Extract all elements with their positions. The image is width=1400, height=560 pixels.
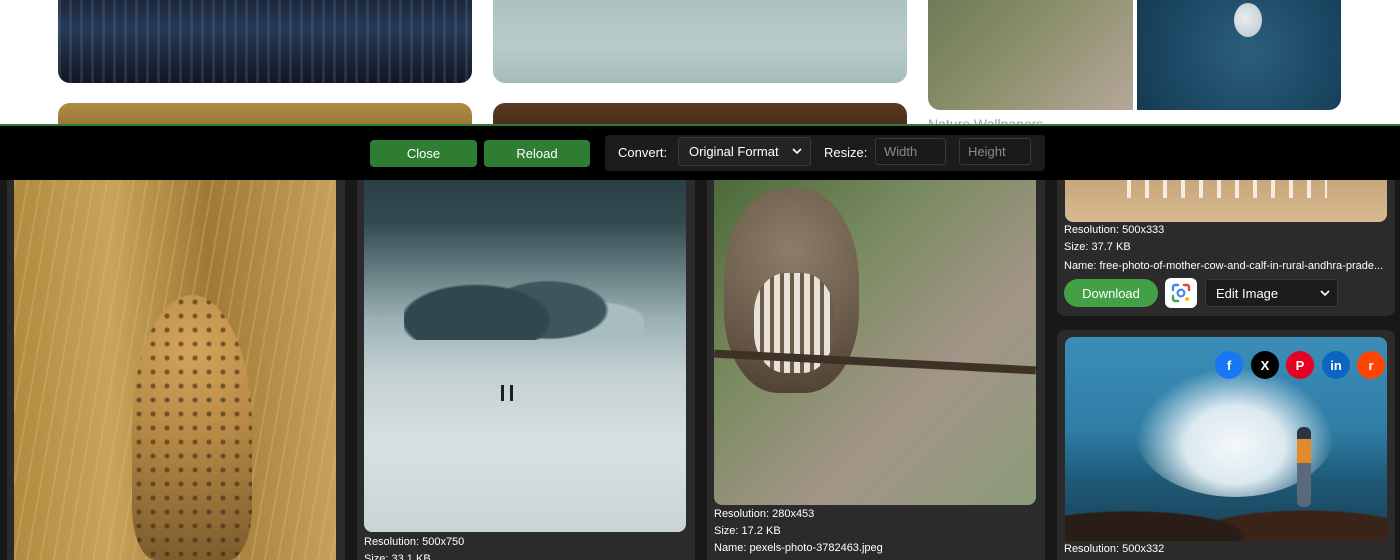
image-card: Resolution: 280x453 Size: 17.2 KB Name: …: [707, 180, 1045, 560]
google-lens-button[interactable]: [1165, 278, 1197, 308]
image-grid: Resolution: 500x750 Size: 33.1 KB Resolu…: [0, 180, 1400, 560]
image-resolution: Resolution: 500x750: [364, 536, 465, 548]
chevron-down-icon: [1320, 290, 1330, 297]
convert-resize-group: Convert: Original Format Resize: Width H…: [605, 135, 1045, 171]
image-card: Resolution: 500x333 Size: 37.7 KB Name: …: [1057, 180, 1395, 316]
image-name: Name: pexels-photo-3782463.jpeg: [714, 542, 883, 554]
x-icon[interactable]: X: [1251, 351, 1279, 379]
pinterest-icon[interactable]: P: [1286, 351, 1314, 379]
format-select[interactable]: Original Format: [678, 137, 811, 166]
image-card: f X P in r Resolution: 500x332: [1057, 330, 1395, 560]
close-button[interactable]: Close: [370, 140, 477, 167]
height-input[interactable]: Height: [959, 138, 1031, 165]
owl-image[interactable]: [714, 180, 1036, 505]
tree-line: [404, 240, 644, 340]
image-card: [7, 180, 345, 560]
reddit-icon[interactable]: r: [1357, 351, 1385, 379]
download-button[interactable]: Download: [1064, 279, 1158, 307]
chevron-down-icon: [792, 148, 802, 155]
gallery-image-moon[interactable]: [1137, 0, 1341, 110]
leopard-figure: [132, 295, 252, 560]
gallery-image-owl[interactable]: [928, 0, 1133, 110]
skier: [510, 385, 513, 401]
image-resolution: Resolution: 280x453: [714, 508, 815, 520]
resize-label: Resize:: [824, 145, 868, 160]
image-name: Name: free-photo-of-mother-cow-and-calf-…: [1064, 260, 1384, 272]
width-input[interactable]: Width: [875, 138, 946, 165]
image-size: Size: 33.1 KB: [364, 553, 431, 560]
moon-shape: [1234, 3, 1262, 37]
sea-waves-image[interactable]: f X P in r: [1065, 337, 1387, 541]
skiers-figure: [499, 385, 517, 401]
gallery-image-water[interactable]: [58, 0, 472, 83]
reload-button[interactable]: Reload: [484, 140, 590, 167]
image-resolution: Resolution: 500x332: [1064, 543, 1165, 555]
edit-image-select[interactable]: Edit Image: [1205, 279, 1338, 307]
edit-image-select-value: Edit Image: [1216, 285, 1279, 301]
image-size: Size: 37.7 KB: [1064, 241, 1131, 253]
image-size: Size: 17.2 KB: [714, 525, 781, 537]
rocks: [1065, 481, 1387, 541]
leopard-image[interactable]: [14, 180, 336, 560]
image-resolution: Resolution: 500x333: [1064, 224, 1165, 236]
gallery-image-snow[interactable]: [493, 0, 907, 83]
google-lens-icon: [1171, 283, 1191, 303]
skier: [501, 385, 504, 401]
person-figure: [1297, 427, 1311, 507]
image-card: Resolution: 500x750 Size: 33.1 KB: [357, 180, 695, 560]
cow-legs: [1127, 180, 1327, 198]
image-toolbar: Close Reload Convert: Original Format Re…: [0, 124, 1400, 180]
convert-label: Convert:: [618, 145, 668, 160]
facebook-icon[interactable]: f: [1215, 351, 1243, 379]
format-select-value: Original Format: [689, 144, 779, 159]
page: Nature Wallpapers Close Reload Convert: …: [0, 0, 1400, 560]
snow-field-image[interactable]: [364, 180, 686, 532]
cow-image[interactable]: [1065, 180, 1387, 222]
linkedin-icon[interactable]: in: [1322, 351, 1350, 379]
